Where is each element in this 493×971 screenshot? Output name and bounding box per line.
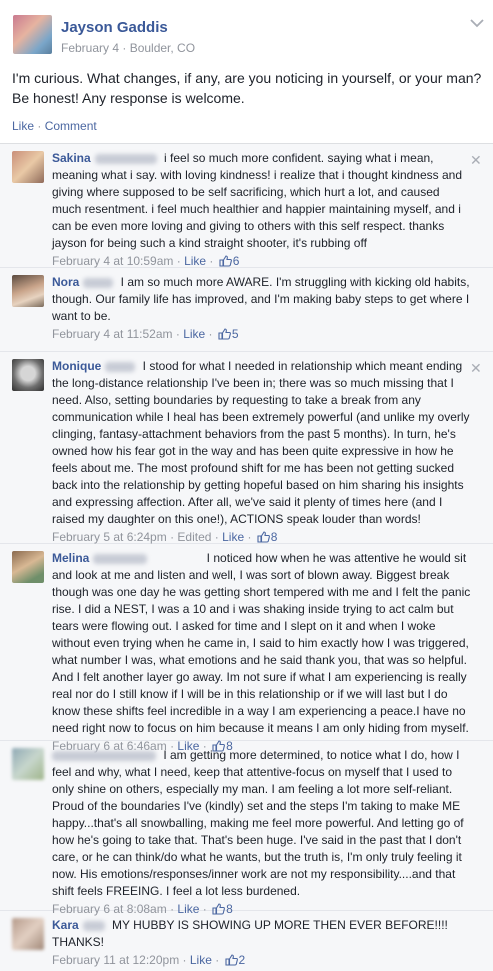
comment-text: MY HUBBY IS SHOWING UP MORE THEN EVER BE… [52, 918, 448, 949]
chevron-down-icon[interactable] [470, 18, 484, 28]
comment: Sakina i feel so much more confident. sa… [0, 144, 493, 268]
commenter-avatar[interactable] [12, 275, 44, 307]
like-count[interactable]: 8 [271, 530, 278, 544]
comment-time[interactable]: February 4 at 11:52am [52, 327, 173, 341]
commenter-avatar[interactable] [12, 748, 44, 780]
comment-body: I am getting more determined, to notice … [52, 747, 472, 918]
commenter-name[interactable]: Nora [52, 275, 79, 289]
post-author-name[interactable]: Jayson Gaddis [61, 19, 168, 36]
comment: Nora I am so much more AWARE. I'm strugg… [0, 268, 493, 352]
blurred-commenter-name [52, 750, 156, 761]
close-icon[interactable]: ✕ [470, 153, 482, 167]
commenter-avatar[interactable] [12, 918, 44, 950]
comment-time[interactable]: February 4 at 10:59am [52, 254, 173, 268]
comment-like-link[interactable]: Like [184, 254, 206, 268]
comment: Melina I noticed how when he was attenti… [0, 544, 493, 753]
like-count[interactable]: 5 [232, 327, 239, 341]
commenter-name[interactable]: Monique [52, 359, 101, 373]
post: Jayson Gaddis February 4 · Boulder, CO I… [0, 0, 493, 143]
blurred-surname [83, 277, 114, 288]
comment-text: I am so much more AWARE. I'm struggling … [52, 275, 470, 323]
comment-time[interactable]: February 11 at 12:20pm [52, 953, 179, 967]
like-count[interactable]: 2 [239, 953, 246, 967]
comment-body: Melina I noticed how when he was attenti… [52, 550, 472, 755]
commenter-name[interactable]: Sakina [52, 151, 91, 165]
comment: Kara MY HUBBY IS SHOWING UP MORE THEN EV… [0, 911, 493, 971]
comment: I am getting more determined, to notice … [0, 741, 493, 916]
comment-text: I stood for what I needed in relationshi… [52, 359, 470, 526]
commenter-avatar[interactable] [12, 359, 44, 391]
author-avatar[interactable] [13, 15, 52, 54]
comment-text: I noticed how when he was attentive he w… [52, 551, 471, 735]
thumbs-up-icon [218, 328, 231, 340]
comment-body: Sakina i feel so much more confident. sa… [52, 150, 472, 270]
like-link[interactable]: Like [12, 119, 34, 133]
comment-meta: February 4 at 11:52am · Like · 5 [52, 327, 239, 341]
commenter-avatar[interactable] [12, 551, 44, 583]
comment-body: Monique I stood for what I needed in rel… [52, 358, 472, 546]
separator: · [34, 119, 45, 133]
comment-like-link[interactable]: Like [222, 530, 244, 544]
post-text: I'm curious. What changes, if any, are y… [12, 70, 482, 106]
comment-body: Kara MY HUBBY IS SHOWING UP MORE THEN EV… [52, 917, 472, 969]
comment-body: Nora I am so much more AWARE. I'm strugg… [52, 274, 472, 343]
post-meta: February 4 · Boulder, CO [61, 41, 196, 55]
like-count[interactable]: 6 [233, 254, 240, 268]
post-actions: Like · Comment [12, 119, 97, 133]
edited-label[interactable]: Edited [177, 530, 211, 544]
thumbs-up-icon [224, 954, 238, 966]
commenter-avatar[interactable] [12, 151, 44, 183]
comment-text: i feel so much more confident. saying wh… [52, 151, 463, 250]
comment-text: I am getting more determined, to notice … [52, 748, 464, 898]
comment-meta: February 11 at 12:20pm · Like · 2 [52, 953, 246, 967]
comments-section: Sakina i feel so much more confident. sa… [0, 143, 493, 971]
comment-time[interactable]: February 5 at 6:24pm [52, 530, 167, 544]
blurred-surname [94, 153, 157, 164]
close-icon[interactable]: ✕ [470, 361, 482, 375]
comment-link[interactable]: Comment [45, 119, 97, 133]
blurred-surname [82, 920, 105, 931]
blurred-surname [105, 361, 136, 372]
commenter-name[interactable]: Kara [52, 918, 79, 932]
thumbs-up-icon [219, 255, 232, 267]
comment-like-link[interactable]: Like [190, 953, 212, 967]
blurred-surname [93, 553, 148, 564]
comment: Monique I stood for what I needed in rel… [0, 352, 493, 544]
thumbs-up-icon [257, 531, 270, 543]
commenter-name[interactable]: Melina [52, 551, 89, 565]
comment-like-link[interactable]: Like [183, 327, 205, 341]
